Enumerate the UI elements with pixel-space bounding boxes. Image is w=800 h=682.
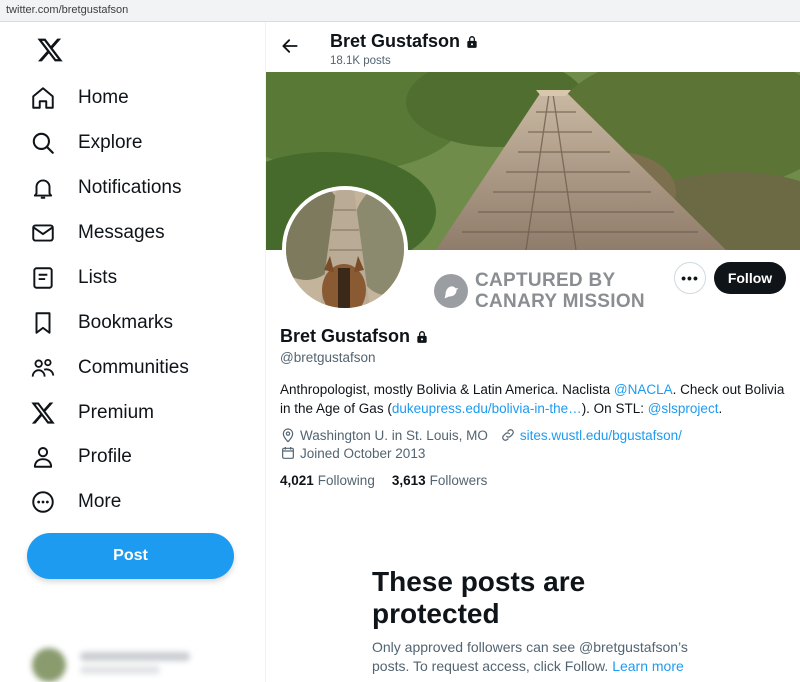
browser-url-bar[interactable]: twitter.com/bretgustafson: [0, 0, 800, 22]
sidebar-item-label: Lists: [78, 267, 118, 288]
joined-date: Joined October 2013: [300, 445, 426, 461]
avatar: [32, 648, 66, 682]
x-logo-icon: [31, 402, 55, 424]
envelope-icon: [32, 224, 54, 242]
follow-stats: 4,021 Following 3,613 Followers: [280, 473, 487, 488]
sidebar-item-label: Messages: [78, 222, 165, 243]
header-name: Bret Gustafson: [330, 31, 479, 52]
sidebar-item-label: Home: [78, 87, 129, 108]
sidebar-item-label: Notifications: [78, 177, 182, 198]
sidebar-item-label: Bookmarks: [78, 312, 174, 333]
sidebar-item-profile[interactable]: Profile: [30, 437, 132, 477]
learn-more-link[interactable]: Learn more: [612, 658, 684, 674]
sidebar: Home Explore Notifications Messages List…: [0, 22, 266, 682]
more-options-button[interactable]: •••: [674, 262, 706, 294]
watermark-line1: CAPTURED BY: [475, 270, 616, 291]
back-arrow-icon[interactable]: [280, 36, 300, 56]
mention-link[interactable]: @NACLA: [614, 382, 673, 397]
bell-icon: [33, 179, 53, 199]
followers-link[interactable]: 3,613 Followers: [392, 473, 488, 488]
calendar-icon: [282, 447, 294, 459]
profile-main: Bret Gustafson 18.1K posts CAPTURED BY C…: [266, 22, 800, 682]
profile-name: Bret Gustafson: [280, 326, 429, 347]
watermark-text: CAPTURED BY CANARY MISSION: [475, 270, 645, 312]
sidebar-item-label: Explore: [78, 132, 143, 153]
x-logo-icon[interactable]: [36, 36, 64, 64]
canary-logo-icon: [434, 274, 468, 308]
protected-description: Only approved followers can see @bretgus…: [372, 639, 688, 674]
profile-meta-row: Joined October 2013: [280, 445, 425, 461]
protected-title: These posts are protected: [372, 566, 586, 629]
home-icon: [32, 87, 54, 109]
watermark: CAPTURED BY CANARY MISSION: [434, 270, 645, 312]
watermark-line2: CANARY MISSION: [475, 291, 645, 312]
sidebar-item-label: Premium: [78, 402, 155, 423]
post-button[interactable]: Post: [27, 533, 234, 579]
posts-count: 18.1K posts: [330, 55, 391, 67]
header-name-text: Bret Gustafson: [330, 31, 461, 51]
sidebar-item-premium[interactable]: Premium: [30, 393, 154, 433]
more-circle-icon: [32, 491, 54, 513]
profile-bio: Anthropologist, mostly Bolivia & Latin A…: [280, 382, 785, 416]
sidebar-item-bookmarks[interactable]: Bookmarks: [30, 303, 173, 343]
sidebar-item-label: Profile: [78, 446, 132, 467]
sidebar-item-explore[interactable]: Explore: [30, 123, 142, 163]
sidebar-item-notifications[interactable]: Notifications: [30, 168, 182, 208]
bookmark-icon: [35, 312, 51, 334]
profile-name-text: Bret Gustafson: [280, 326, 411, 346]
url-text[interactable]: twitter.com/bretgustafson: [6, 4, 128, 16]
profile-meta-row: Washington U. in St. Louis, MO sites.wus…: [280, 427, 682, 443]
sidebar-item-label: Communities: [78, 357, 189, 378]
sidebar-item-communities[interactable]: Communities: [30, 348, 189, 388]
person-icon: [33, 447, 53, 468]
lock-icon: [417, 330, 427, 343]
profile-header-bar: Bret Gustafson 18.1K posts: [266, 22, 800, 72]
avatar-image: [286, 190, 404, 308]
sidebar-item-label: More: [78, 491, 122, 512]
location-text: Washington U. in St. Louis, MO: [300, 427, 488, 443]
link-icon: [501, 429, 514, 441]
sidebar-item-home[interactable]: Home: [30, 78, 129, 118]
follow-button[interactable]: Follow: [714, 262, 786, 294]
sidebar-item-more[interactable]: More: [30, 482, 121, 522]
lock-icon: [467, 35, 477, 48]
website-link[interactable]: sites.wustl.edu/bgustafson/: [520, 428, 682, 443]
bio-link[interactable]: dukeupress.edu/bolivia-in-the…: [392, 401, 582, 416]
people-icon: [31, 358, 55, 377]
search-icon: [32, 132, 54, 154]
sidebar-item-messages[interactable]: Messages: [30, 213, 165, 253]
profile-avatar[interactable]: [282, 186, 408, 312]
location-pin-icon: [282, 428, 294, 443]
profile-handle: @bretgustafson: [280, 350, 376, 365]
list-icon: [33, 267, 53, 289]
sidebar-item-lists[interactable]: Lists: [30, 258, 117, 298]
following-link[interactable]: 4,021 Following: [280, 473, 375, 488]
account-switcher[interactable]: [30, 644, 245, 682]
mention-link[interactable]: @slsproject: [648, 401, 719, 416]
